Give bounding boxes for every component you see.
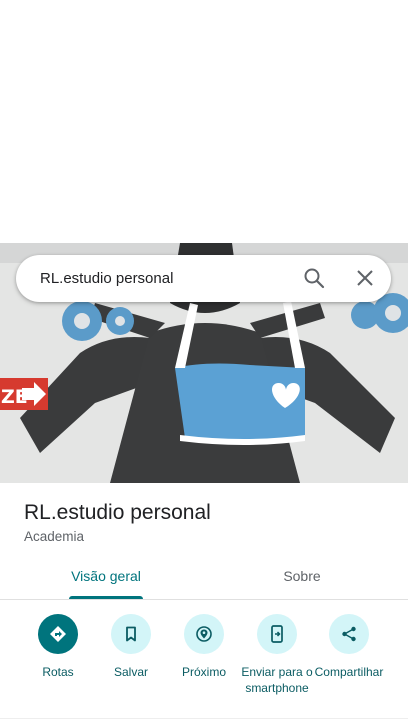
tab-overview[interactable]: Visão geral — [52, 556, 160, 599]
tab-overview-label: Visão geral — [71, 568, 141, 584]
share-button[interactable]: Compartilhar — [310, 612, 388, 680]
send-to-phone-button[interactable]: Enviar para o smartphone — [238, 612, 316, 696]
save-label: Salvar — [113, 665, 148, 679]
tab-about-label: Sobre — [283, 568, 321, 584]
tab-about[interactable]: Sobre — [248, 556, 356, 599]
directions-button[interactable]: Rotas — [19, 612, 97, 680]
save-button[interactable]: Salvar — [92, 612, 170, 680]
directions-label: Rotas — [42, 665, 74, 679]
divider — [0, 718, 408, 719]
place-category[interactable]: Academia — [24, 529, 84, 544]
share-label: Compartilhar — [314, 665, 384, 679]
nearby-button[interactable]: Próximo — [165, 612, 243, 680]
tab-bar: Visão geral Sobre — [0, 556, 408, 600]
share-icon — [329, 614, 369, 654]
close-icon[interactable] — [353, 266, 377, 290]
nearby-label: Próximo — [181, 665, 226, 679]
active-tab-indicator — [69, 596, 143, 599]
action-row: Rotas Salvar Próximo Enviar para o smart… — [0, 612, 408, 712]
search-icon[interactable] — [302, 266, 326, 290]
map-blank-area — [0, 0, 408, 243]
bookmark-icon — [111, 614, 151, 654]
directions-icon — [38, 614, 78, 654]
place-title: RL.estudio personal — [24, 501, 211, 524]
search-query-text[interactable]: RL.estudio personal — [40, 255, 173, 302]
nearby-icon — [184, 614, 224, 654]
search-bar[interactable]: RL.estudio personal — [16, 255, 391, 302]
send-to-phone-label: Enviar para o smartphone — [241, 665, 313, 695]
send-to-phone-icon — [257, 614, 297, 654]
